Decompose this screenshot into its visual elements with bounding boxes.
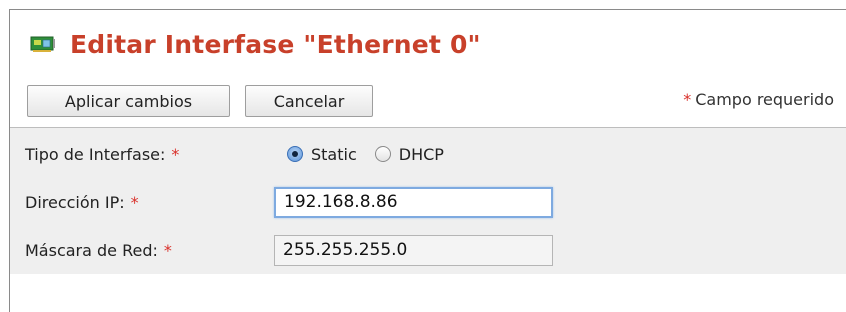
dhcp-radio[interactable]: [374, 146, 391, 162]
radio-option-static[interactable]: Static: [287, 145, 357, 164]
required-note-text: Campo requerido: [695, 90, 834, 109]
required-star: *: [683, 90, 692, 109]
static-radio-label: Static: [311, 144, 357, 164]
ip-address-label: Dirección IP: *: [25, 192, 139, 212]
page-title: Editar Interfase "Ethernet 0": [70, 29, 481, 59]
interface-type-row: Tipo de Interfase: * Static DHCP: [10, 136, 846, 172]
netmask-row: Máscara de Red: *: [10, 232, 846, 268]
radio-option-dhcp[interactable]: DHCP: [374, 144, 444, 164]
dhcp-radio-label: DHCP: [398, 144, 444, 164]
static-radio[interactable]: [287, 146, 303, 162]
ip-address-row: Dirección IP: *: [10, 184, 846, 220]
cancel-button[interactable]: Cancelar: [245, 85, 373, 117]
network-card-icon: [30, 36, 55, 52]
interface-type-radio-group: Static DHCP: [287, 145, 462, 164]
toolbar: Aplicar cambios Cancelar * Campo requerid…: [25, 85, 846, 123]
ip-address-input[interactable]: [274, 186, 553, 218]
required-field-note: * Campo requerido: [683, 90, 834, 109]
page-header: Editar Interfase "Ethernet 0": [24, 26, 481, 62]
netmask-input[interactable]: [274, 234, 553, 266]
interface-type-label: Tipo de Interfase: *: [25, 144, 180, 164]
apply-changes-button[interactable]: Aplicar cambios: [27, 85, 230, 117]
interface-form: Tipo de Interfase: * Static DHCP Direcció…: [10, 127, 846, 274]
netmask-label: Máscara de Red: *: [25, 240, 172, 260]
